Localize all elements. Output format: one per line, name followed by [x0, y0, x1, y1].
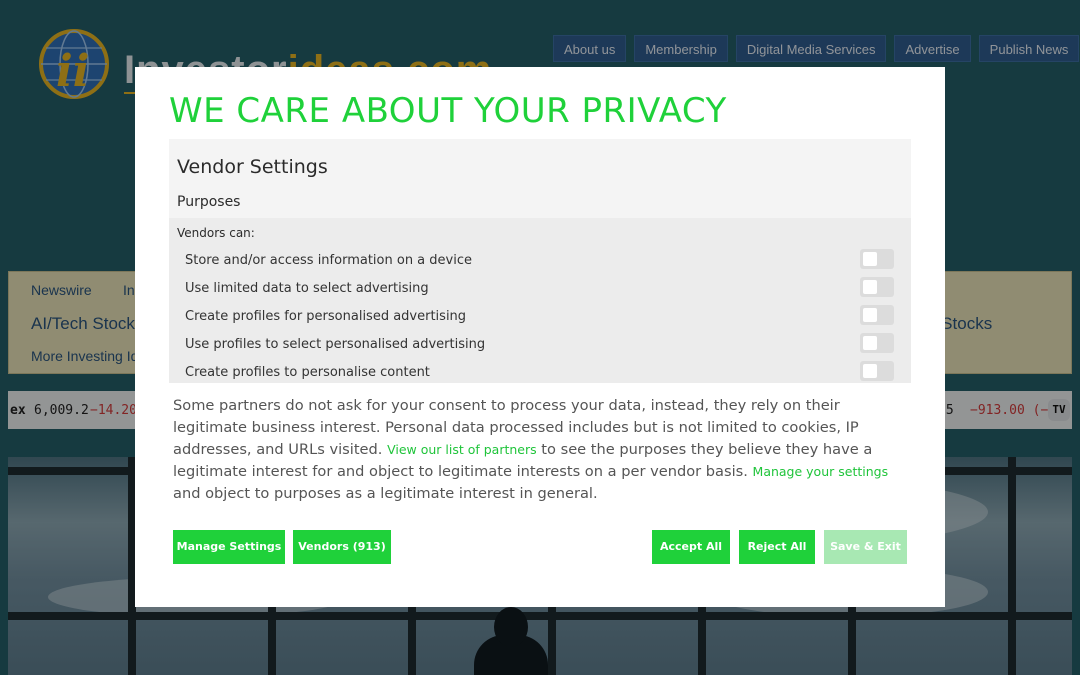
accept-all-button[interactable]: Accept All: [652, 530, 730, 564]
vendors-button[interactable]: Vendors (913): [293, 530, 391, 564]
manage-settings-button[interactable]: Manage Settings: [173, 530, 285, 564]
purpose-toggle[interactable]: [860, 277, 894, 297]
legitimate-interest-text: Some partners do not ask for your consen…: [173, 395, 903, 505]
purposes-list: Vendors can: Store and/or access informa…: [169, 218, 911, 383]
toggle-knob: [863, 280, 877, 294]
purpose-row-limited-data: Use limited data to select advertising: [169, 276, 911, 304]
toggle-knob: [863, 252, 877, 266]
purpose-row-use-ad-profiles: Use profiles to select personalised adve…: [169, 332, 911, 360]
save-exit-button[interactable]: Save & Exit: [824, 530, 907, 564]
reject-all-button[interactable]: Reject All: [739, 530, 815, 564]
purpose-toggle[interactable]: [860, 333, 894, 353]
purpose-label: Use profiles to select personalised adve…: [185, 337, 486, 352]
purposes-heading: Purposes: [177, 194, 241, 210]
vendor-settings-panel[interactable]: Vendor Settings Purposes Vendors can: St…: [169, 139, 911, 383]
purpose-label: Create profiles to personalise content: [185, 365, 430, 380]
view-partners-link[interactable]: View our list of partners: [387, 442, 537, 457]
purpose-toggle[interactable]: [860, 361, 894, 381]
legit-text-part: and object to purposes as a legitimate i…: [173, 485, 598, 502]
privacy-title: WE CARE ABOUT YOUR PRIVACY: [169, 91, 727, 131]
vendor-settings-heading: Vendor Settings: [177, 156, 328, 178]
toggle-knob: [863, 336, 877, 350]
toggle-knob: [863, 364, 877, 378]
purpose-label: Create profiles for personalised adverti…: [185, 309, 467, 324]
purpose-label: Store and/or access information on a dev…: [185, 253, 472, 268]
purpose-toggle[interactable]: [860, 305, 894, 325]
purpose-row-create-ad-profiles: Create profiles for personalised adverti…: [169, 304, 911, 332]
manage-settings-link[interactable]: Manage your settings: [753, 464, 889, 479]
vendors-can-label: Vendors can:: [177, 226, 255, 240]
toggle-knob: [863, 308, 877, 322]
purpose-row-store-access: Store and/or access information on a dev…: [169, 248, 911, 276]
purpose-row-content-profiles: Create profiles to personalise content: [169, 360, 911, 383]
privacy-consent-dialog: WE CARE ABOUT YOUR PRIVACY Vendor Settin…: [135, 67, 945, 607]
purpose-toggle[interactable]: [860, 249, 894, 269]
purpose-label: Use limited data to select advertising: [185, 281, 429, 296]
